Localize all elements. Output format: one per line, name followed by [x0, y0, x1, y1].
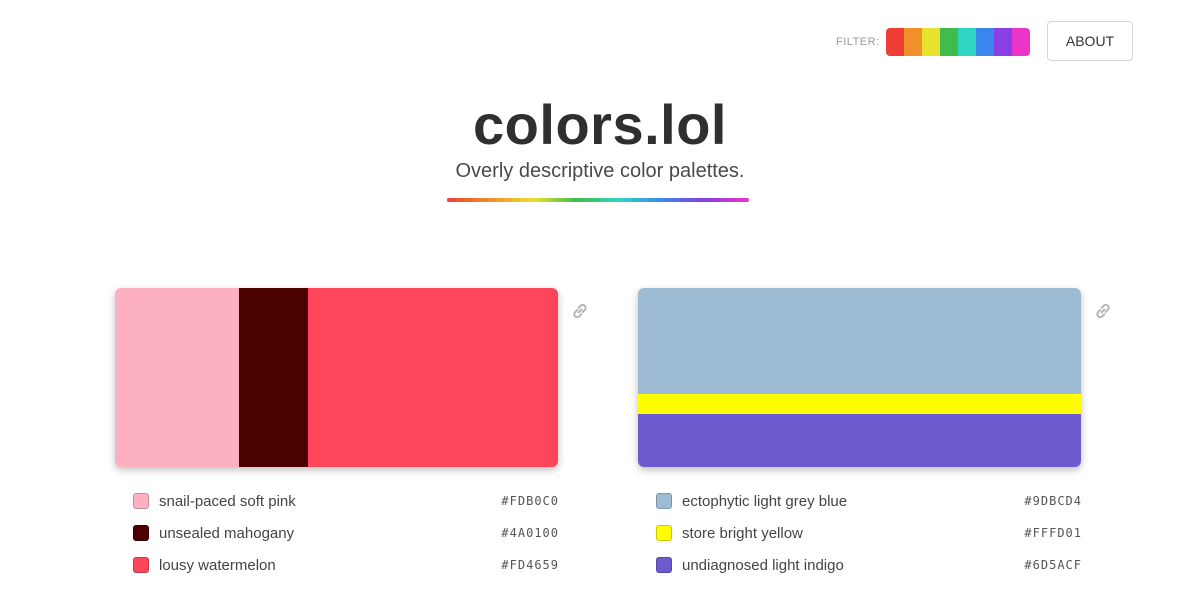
palette-stripe — [239, 288, 308, 467]
filter-swatch-red[interactable] — [886, 28, 904, 56]
color-hex[interactable]: #FFFD01 — [1024, 517, 1082, 549]
color-hex[interactable]: #FD4659 — [501, 549, 559, 581]
palette-stripe — [638, 288, 1081, 394]
color-chip — [656, 557, 672, 573]
palette-card-2: ectophytic light grey blue #9DBCD4 store… — [638, 288, 1118, 581]
color-name: snail-paced soft pink — [159, 492, 296, 510]
palette-stripe — [307, 288, 558, 467]
color-row: store bright yellow #FFFD01 — [656, 517, 1081, 549]
rainbow-divider — [447, 198, 749, 202]
color-chip — [133, 557, 149, 573]
color-name: lousy watermelon — [159, 556, 276, 574]
color-row: ectophytic light grey blue #9DBCD4 — [656, 485, 1081, 517]
color-chip — [656, 525, 672, 541]
palette-color-list: ectophytic light grey blue #9DBCD4 store… — [638, 485, 1081, 581]
site-title: colors.lol — [473, 93, 727, 156]
color-name: store bright yellow — [682, 524, 803, 542]
color-row: lousy watermelon #FD4659 — [133, 549, 558, 581]
color-row: unsealed mahogany #4A0100 — [133, 517, 558, 549]
filter-swatch-blue[interactable] — [976, 28, 994, 56]
filter-swatch-orange[interactable] — [904, 28, 922, 56]
color-name: undiagnosed light indigo — [682, 556, 844, 574]
palette-swatch-preview[interactable] — [638, 288, 1081, 467]
palette-stripe — [638, 393, 1081, 415]
color-name: ectophytic light grey blue — [682, 492, 848, 510]
link-icon[interactable] — [1092, 300, 1114, 322]
page: FILTER: ABOUT colors.lol Overly descript… — [0, 0, 1200, 600]
filter-label: FILTER: — [836, 36, 880, 48]
color-chip — [133, 493, 149, 509]
palette-color-list: snail-paced soft pink #FDB0C0 unsealed m… — [115, 485, 558, 581]
color-row: undiagnosed light indigo #6D5ACF — [656, 549, 1081, 581]
color-chip — [656, 493, 672, 509]
color-hex[interactable]: #FDB0C0 — [501, 485, 559, 517]
palette-swatch-preview[interactable] — [115, 288, 558, 467]
color-hex[interactable]: #4A0100 — [501, 517, 559, 549]
site-subtitle: Overly descriptive color palettes. — [455, 160, 745, 182]
palette-card-1: snail-paced soft pink #FDB0C0 unsealed m… — [115, 288, 595, 581]
filter-swatch-pink[interactable] — [1012, 28, 1030, 56]
color-hex[interactable]: #9DBCD4 — [1024, 485, 1082, 517]
link-icon[interactable] — [569, 300, 591, 322]
palette-stripe — [115, 288, 240, 467]
filter-swatch-yellow[interactable] — [922, 28, 940, 56]
palette-stripe — [638, 414, 1081, 467]
color-row: snail-paced soft pink #FDB0C0 — [133, 485, 558, 517]
filter-swatch-purple[interactable] — [994, 28, 1012, 56]
filter-swatch-teal[interactable] — [958, 28, 976, 56]
filter-swatch-green[interactable] — [940, 28, 958, 56]
color-hex[interactable]: #6D5ACF — [1024, 549, 1082, 581]
about-button[interactable]: ABOUT — [1047, 21, 1133, 61]
color-name: unsealed mahogany — [159, 524, 295, 542]
color-filter — [886, 28, 1030, 56]
color-chip — [133, 525, 149, 541]
